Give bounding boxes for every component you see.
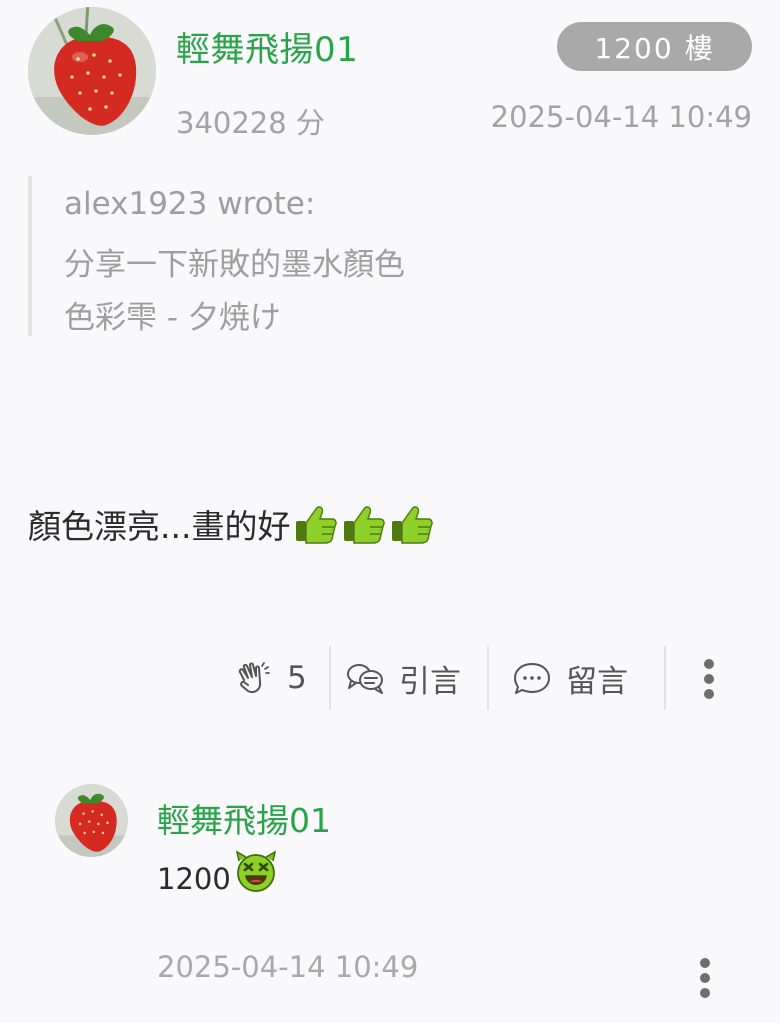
action-divider	[664, 646, 666, 710]
strawberry-avatar-image	[28, 7, 156, 135]
strawberry-avatar-image	[55, 784, 128, 857]
comment-timestamp: 2025-04-14 10:49	[157, 950, 419, 984]
author-score: 340228 分	[176, 106, 325, 140]
post-body: 顏色漂亮...畫的好	[28, 500, 434, 548]
comment-body: 1200	[157, 850, 279, 896]
post-body-text: 顏色漂亮...畫的好	[28, 507, 291, 546]
comment-button[interactable]: 留言	[512, 646, 628, 710]
comment-text: 1200	[157, 862, 231, 896]
author-avatar[interactable]	[28, 7, 156, 135]
commenter-name[interactable]: 輕舞飛揚01	[157, 794, 331, 842]
quote-button[interactable]: 引言	[345, 646, 461, 710]
action-divider	[329, 646, 331, 710]
more-dot	[704, 674, 714, 684]
post-more-button[interactable]	[693, 656, 725, 702]
comment-more-button[interactable]	[689, 956, 721, 1000]
thumbs-up-icon	[344, 506, 386, 544]
clap-icon	[238, 662, 270, 693]
post-timestamp: 2025-04-14 10:49	[490, 100, 752, 134]
comment-bubble-icon	[514, 663, 550, 694]
comment-label: 留言	[566, 663, 628, 700]
laughing-face-icon	[235, 850, 276, 892]
quote-line: 分享一下新敗的墨水顏色	[64, 247, 405, 283]
thumbs-up-icon	[296, 506, 338, 544]
author-name[interactable]: 輕舞飛揚01	[176, 22, 358, 71]
thumbs-up-icon	[392, 506, 434, 544]
commenter-avatar[interactable]	[55, 784, 128, 857]
more-dot	[704, 689, 714, 699]
more-dot	[700, 958, 710, 968]
more-dot	[700, 988, 710, 998]
more-dot	[704, 659, 714, 669]
quote-bubbles-icon	[347, 664, 383, 694]
action-divider	[487, 646, 489, 710]
like-button[interactable]: 5	[236, 646, 307, 710]
like-count: 5	[287, 660, 307, 696]
quote-label: 引言	[399, 663, 461, 700]
floor-badge: 1200 樓	[557, 22, 752, 71]
quote-header: alex1923 wrote:	[64, 186, 316, 222]
quote-line: 色彩雫 - 夕焼け	[64, 300, 281, 336]
more-dot	[700, 973, 710, 983]
